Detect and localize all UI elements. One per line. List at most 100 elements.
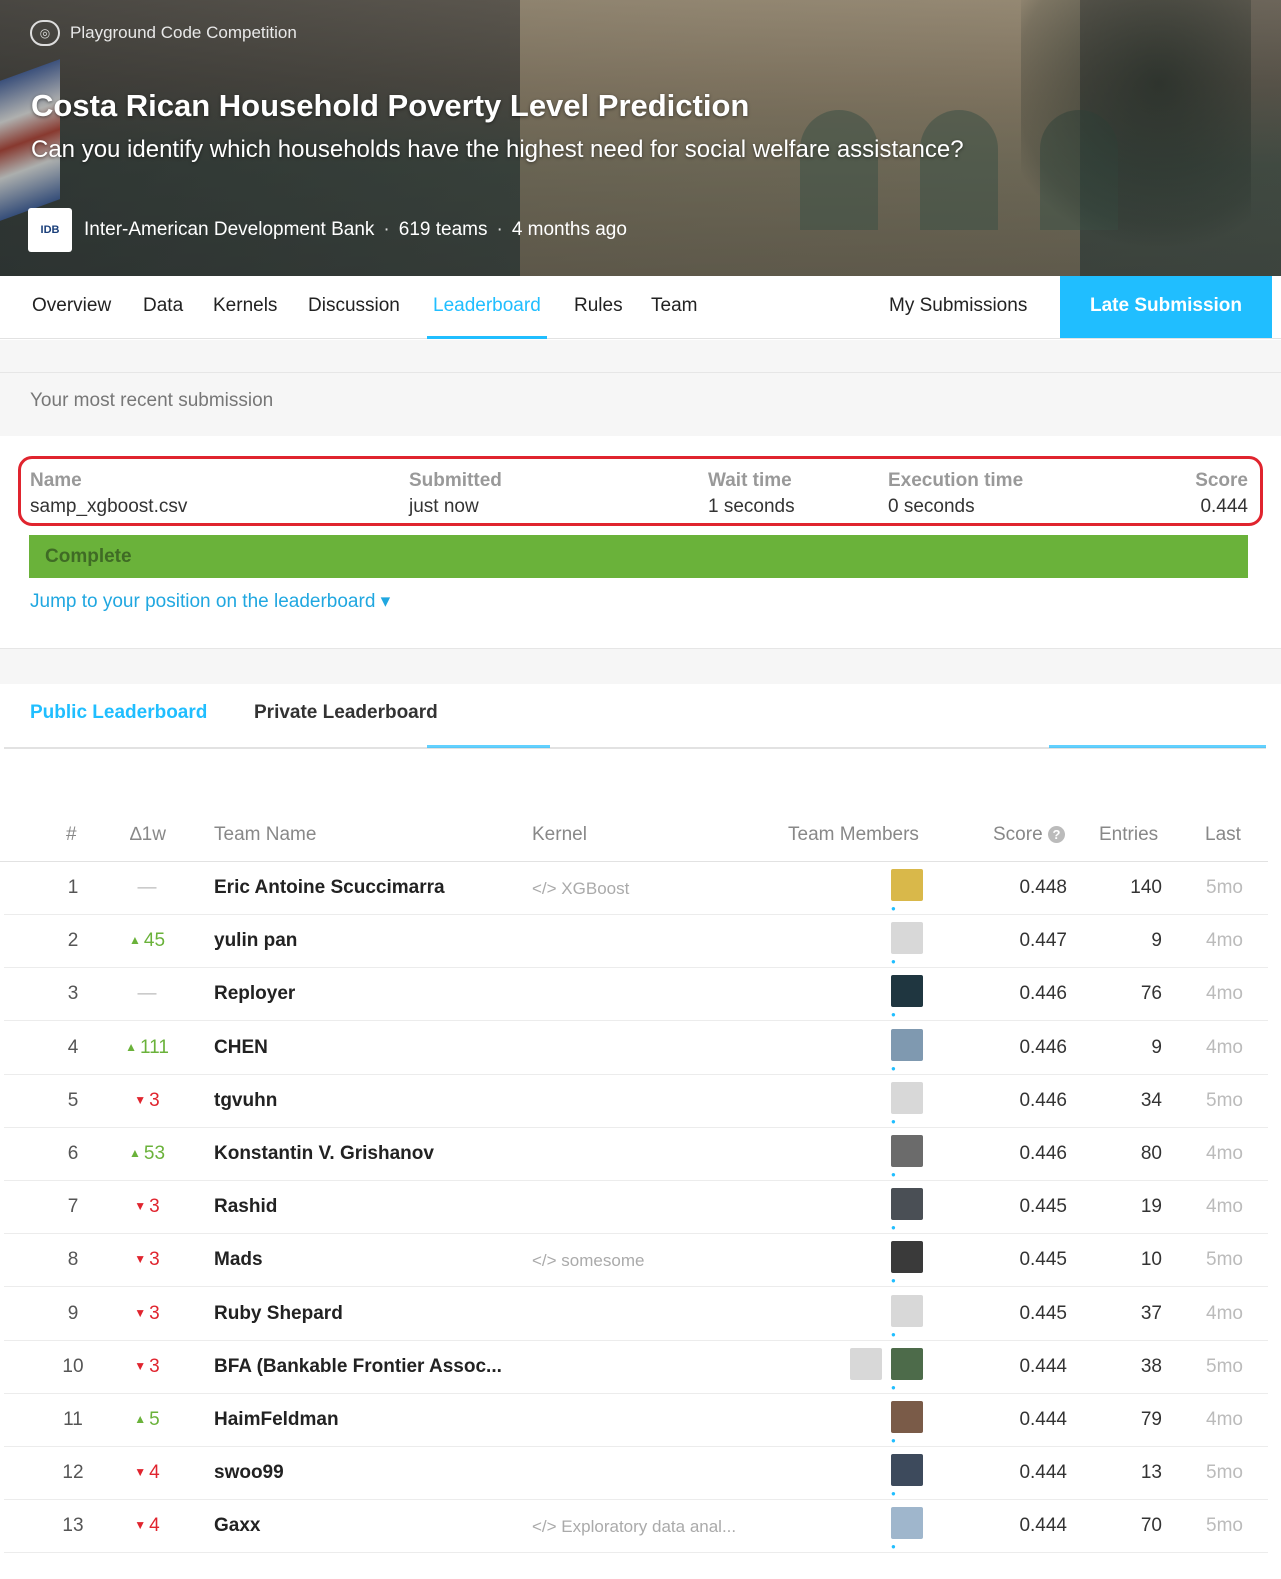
avatar[interactable] <box>891 1241 923 1274</box>
col-entries[interactable]: Entries <box>1099 824 1158 846</box>
avatar[interactable] <box>891 1081 923 1114</box>
tab-public-leaderboard[interactable]: Public Leaderboard <box>30 702 207 724</box>
col-team-members[interactable]: Team Members <box>788 824 919 846</box>
row-team-name[interactable]: Ruby Shepard <box>214 1303 343 1325</box>
row-team-name[interactable]: Mads <box>214 1249 263 1271</box>
col-kernel[interactable]: Kernel <box>532 824 587 846</box>
arrow-down-icon: ▼ <box>134 1252 147 1267</box>
row-kernel-link[interactable]: </> Exploratory data anal... <box>532 1517 736 1537</box>
row-entries: 140 <box>1130 877 1162 898</box>
help-icon[interactable]: ? <box>1047 826 1065 843</box>
tab-data[interactable]: Data <box>143 276 183 339</box>
avatar[interactable] <box>891 1294 923 1327</box>
row-rank: 1 <box>67 877 79 898</box>
row-team-name[interactable]: HaimFeldman <box>214 1409 339 1431</box>
table-row[interactable]: 3 — Reployer ● 0.446 76 4mo <box>4 968 1268 1022</box>
jump-to-position-link[interactable]: Jump to your position on the leaderboard… <box>30 590 390 613</box>
row-rank: 12 <box>62 1462 84 1484</box>
row-team-name[interactable]: BFA (Bankable Frontier Assoc... <box>214 1356 502 1378</box>
tab-overview[interactable]: Overview <box>32 276 111 339</box>
row-team-name[interactable]: swoo99 <box>214 1462 284 1484</box>
leaderboard-tab-indicator <box>427 745 550 748</box>
row-team-name[interactable]: yulin pan <box>214 930 297 952</box>
table-row[interactable]: 8 ▼ 3 Mads </> somesome ● 0.445 10 5mo <box>4 1234 1268 1288</box>
row-team-name[interactable]: Gaxx <box>214 1515 260 1537</box>
row-delta: ▲ 5 <box>134 1409 160 1430</box>
my-submissions-link[interactable]: My Submissions <box>889 276 1027 339</box>
tab-leaderboard[interactable]: Leaderboard <box>427 276 547 339</box>
row-rank: 5 <box>67 1089 79 1111</box>
table-row[interactable]: 5 ▼ 3 tgvuhn ● 0.446 34 5mo <box>4 1075 1268 1128</box>
tab-team[interactable]: Team <box>651 276 697 339</box>
row-last: 4mo <box>1206 983 1243 1005</box>
avatar[interactable] <box>891 1135 923 1167</box>
row-team-name[interactable]: tgvuhn <box>214 1090 277 1112</box>
row-kernel-link[interactable]: </> somesome <box>532 1251 644 1271</box>
submission-execution-time: Execution time 0 seconds <box>888 470 1024 517</box>
row-score: 0.448 <box>1019 877 1067 898</box>
avatar[interactable] <box>891 975 923 1008</box>
submission-submitted: Submitted just now <box>409 470 502 517</box>
avatar[interactable] <box>891 922 923 955</box>
row-entries: 34 <box>1140 1089 1162 1111</box>
table-row[interactable]: 9 ▼ 3 Ruby Shepard ● 0.445 37 4mo <box>4 1288 1268 1341</box>
tier-dots: ● <box>891 1382 897 1392</box>
row-delta: ▼ 3 <box>134 1196 160 1218</box>
row-team-name[interactable]: CHEN <box>214 1037 268 1059</box>
row-delta: ▼ 3 <box>134 1089 160 1111</box>
row-kernel-link[interactable]: </> XGBoost <box>532 879 629 899</box>
row-delta: ▲ 45 <box>128 930 166 952</box>
table-row[interactable]: 1 — Eric Antoine Scuccimarra </> XGBoost… <box>4 862 1268 915</box>
avatar[interactable] <box>891 1188 923 1221</box>
row-team-name[interactable]: Eric Antoine Scuccimarra <box>214 877 445 899</box>
row-score: 0.444 <box>1019 1409 1067 1430</box>
avatar[interactable] <box>891 1347 923 1380</box>
table-row[interactable]: 2 ▲ 45 yulin pan ● 0.447 9 4mo <box>4 915 1268 969</box>
col-rank[interactable]: # <box>66 824 77 846</box>
submission-highlight-box <box>18 456 1263 526</box>
table-row[interactable]: 4 ▲ 111 CHEN ● 0.446 9 4mo <box>4 1022 1268 1075</box>
row-score: 0.445 <box>1019 1249 1067 1271</box>
tier-dots: ● <box>891 1276 897 1286</box>
col-delta[interactable]: ∆1w <box>130 824 166 846</box>
table-row[interactable]: 10 ▼ 3 BFA (Bankable Frontier Assoc... ● … <box>4 1341 1268 1394</box>
leaderboard-tabs: Public Leaderboard Private Leaderboard <box>4 684 1266 749</box>
row-delta: ▼ 4 <box>134 1462 160 1484</box>
row-last: 4mo <box>1206 1409 1243 1430</box>
tier-dots: ● <box>891 1489 897 1499</box>
avatar[interactable] <box>891 869 923 901</box>
col-last[interactable]: Last <box>1205 824 1241 846</box>
row-rank: 11 <box>63 1409 83 1430</box>
table-row[interactable]: 6 ▲ 53 Konstantin V. Grishanov ● 0.446 80… <box>4 1128 1268 1181</box>
avatar[interactable] <box>891 1028 923 1061</box>
table-row[interactable]: 11 ▲ 5 HaimFeldman ● 0.444 79 4mo <box>4 1394 1268 1447</box>
tab-rules[interactable]: Rules <box>574 276 623 339</box>
row-score: 0.444 <box>1019 1515 1067 1537</box>
tab-private-leaderboard[interactable]: Private Leaderboard <box>254 702 438 724</box>
row-delta: — <box>137 983 157 1005</box>
row-team-name[interactable]: Konstantin V. Grishanov <box>214 1143 434 1165</box>
competition-type-label: Playground Code Competition <box>70 23 297 42</box>
avatar[interactable] <box>891 1454 923 1487</box>
avatar[interactable] <box>850 1347 882 1380</box>
time-ago: 4 months ago <box>511 219 627 240</box>
col-score[interactable]: Score ? <box>993 824 1065 846</box>
late-submission-button[interactable]: Late Submission <box>1060 276 1272 338</box>
table-row[interactable]: 12 ▼ 4 swoo99 ● 0.444 13 5mo <box>4 1447 1268 1501</box>
row-team-name[interactable]: Rashid <box>214 1196 277 1218</box>
tab-kernels[interactable]: Kernels <box>213 276 277 339</box>
table-row[interactable]: 13 ▼ 4 Gaxx </> Exploratory data anal... … <box>4 1500 1268 1554</box>
avatar[interactable] <box>891 1507 923 1540</box>
col-team-name[interactable]: Team Name <box>214 824 316 846</box>
tab-discussion[interactable]: Discussion <box>308 276 400 339</box>
competition-nav: Overview Data Kernels Discussion Leaderb… <box>0 276 1281 339</box>
host-name[interactable]: Inter-American Development Bank <box>84 219 374 241</box>
avatar[interactable] <box>891 1401 923 1433</box>
host-logo[interactable]: IDB <box>28 208 72 252</box>
row-delta: ▲ 111 <box>125 1036 169 1058</box>
row-last: 5mo <box>1206 1462 1243 1484</box>
row-team-name[interactable]: Reployer <box>214 983 295 1005</box>
row-entries: 76 <box>1140 983 1162 1005</box>
row-score: 0.446 <box>1019 983 1067 1005</box>
table-row[interactable]: 7 ▼ 3 Rashid ● 0.445 19 4mo <box>4 1181 1268 1235</box>
